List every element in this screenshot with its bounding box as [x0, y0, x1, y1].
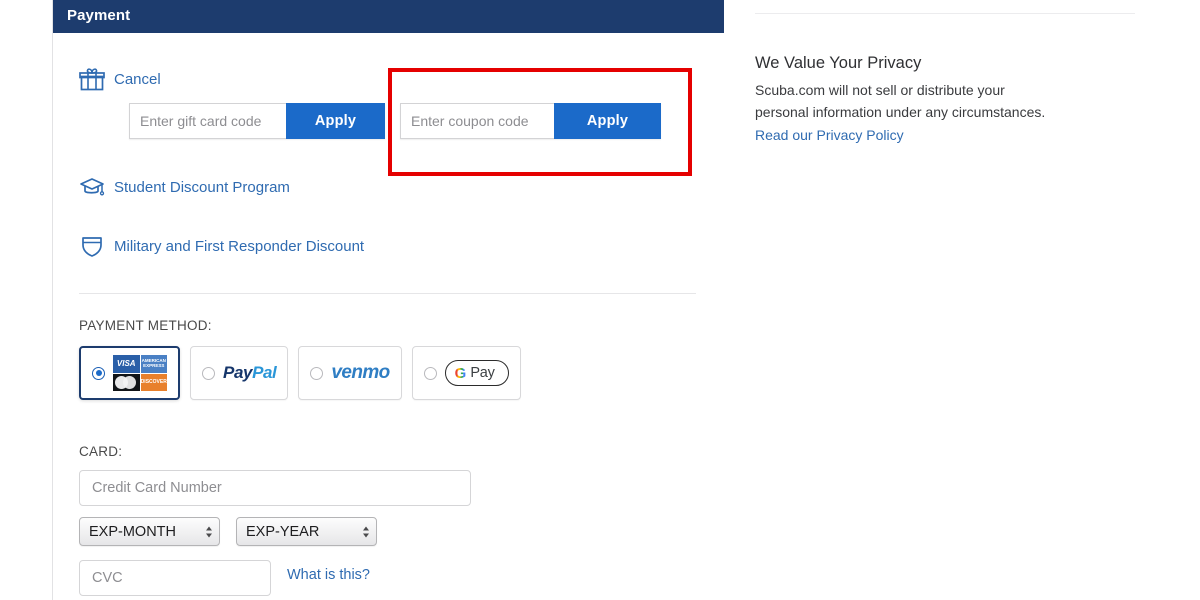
coupon-form: Apply: [400, 103, 661, 139]
gift-card-link[interactable]: Cancel: [114, 71, 161, 88]
military-discount-link[interactable]: Military and First Responder Discount: [114, 238, 364, 255]
payment-option-paypal[interactable]: PayPal: [190, 346, 289, 400]
paypal-logo-pay: Pay: [223, 363, 253, 382]
google-g-icon: G: [454, 364, 467, 382]
coupon-code-input[interactable]: [400, 103, 554, 139]
google-pay-icon: G Pay: [444, 360, 509, 386]
radio-google-pay[interactable]: [423, 366, 437, 380]
privacy-title: We Value Your Privacy: [755, 54, 922, 72]
exp-month-select[interactable]: EXP-MONTH: [79, 517, 220, 546]
payment-method-label: PAYMENT METHOD:: [79, 318, 212, 333]
payment-panel-body: Cancel Apply Apply: [53, 33, 724, 600]
coupon-apply-button[interactable]: Apply: [554, 103, 661, 139]
payment-option-venmo[interactable]: venmo: [298, 346, 402, 400]
payment-option-credit-card[interactable]: VISA AMERICAN EXPRESS DISCOVER: [79, 346, 180, 400]
card-brand-logos: VISA AMERICAN EXPRESS DISCOVER: [113, 355, 167, 391]
radio-paypal[interactable]: [202, 366, 215, 380]
payment-panel: Payment Cancel A: [52, 0, 724, 600]
card-label: CARD:: [79, 444, 123, 459]
privacy-divider: [755, 13, 1135, 14]
gift-card-row: Cancel: [79, 67, 161, 91]
section-divider: [79, 293, 696, 294]
credit-card-number-input[interactable]: [79, 470, 471, 506]
gift-card-form: Apply: [129, 103, 385, 139]
page-title: Payment: [67, 7, 131, 24]
radio-credit-card[interactable]: [92, 366, 105, 380]
stepper-arrows-icon: [363, 526, 369, 537]
privacy-policy-link[interactable]: Read our Privacy Policy: [755, 127, 904, 143]
exp-year-select[interactable]: EXP-YEAR: [236, 517, 377, 546]
payment-option-google-pay[interactable]: G Pay: [411, 346, 521, 400]
privacy-text-line-2: personal information under any circumsta…: [755, 104, 1046, 120]
payment-panel-header: Payment: [53, 0, 724, 33]
gift-card-code-input[interactable]: [129, 103, 286, 139]
student-discount-row: Student Discount Program: [79, 176, 290, 198]
student-discount-link[interactable]: Student Discount Program: [114, 179, 290, 196]
cvc-help-link[interactable]: What is this?: [287, 567, 370, 583]
gift-card-apply-button[interactable]: Apply: [286, 103, 385, 139]
gift-icon: [79, 67, 105, 91]
radio-venmo[interactable]: [310, 366, 324, 380]
visa-icon: VISA: [113, 355, 140, 373]
google-pay-label: Pay: [470, 365, 495, 381]
checkout-page: Payment Cancel A: [0, 0, 1200, 600]
paypal-icon: PayPal: [223, 363, 277, 383]
stepper-arrows-icon: [206, 526, 212, 537]
graduation-cap-icon: [79, 176, 105, 198]
military-discount-row: Military and First Responder Discount: [79, 234, 364, 258]
privacy-text-line-1: Scuba.com will not sell or distribute yo…: [755, 82, 1005, 98]
mastercard-icon: [113, 373, 140, 391]
discover-icon: DISCOVER: [140, 373, 167, 391]
payment-method-options: VISA AMERICAN EXPRESS DISCOVER PayPal ven…: [79, 346, 521, 400]
exp-year-value: EXP-YEAR: [246, 523, 320, 540]
exp-month-value: EXP-MONTH: [89, 523, 176, 540]
cvc-input[interactable]: [79, 560, 271, 596]
paypal-logo-pal: Pal: [252, 363, 277, 382]
amex-icon: AMERICAN EXPRESS: [140, 355, 167, 373]
venmo-icon: venmo: [331, 362, 390, 383]
shield-icon: [79, 234, 105, 258]
